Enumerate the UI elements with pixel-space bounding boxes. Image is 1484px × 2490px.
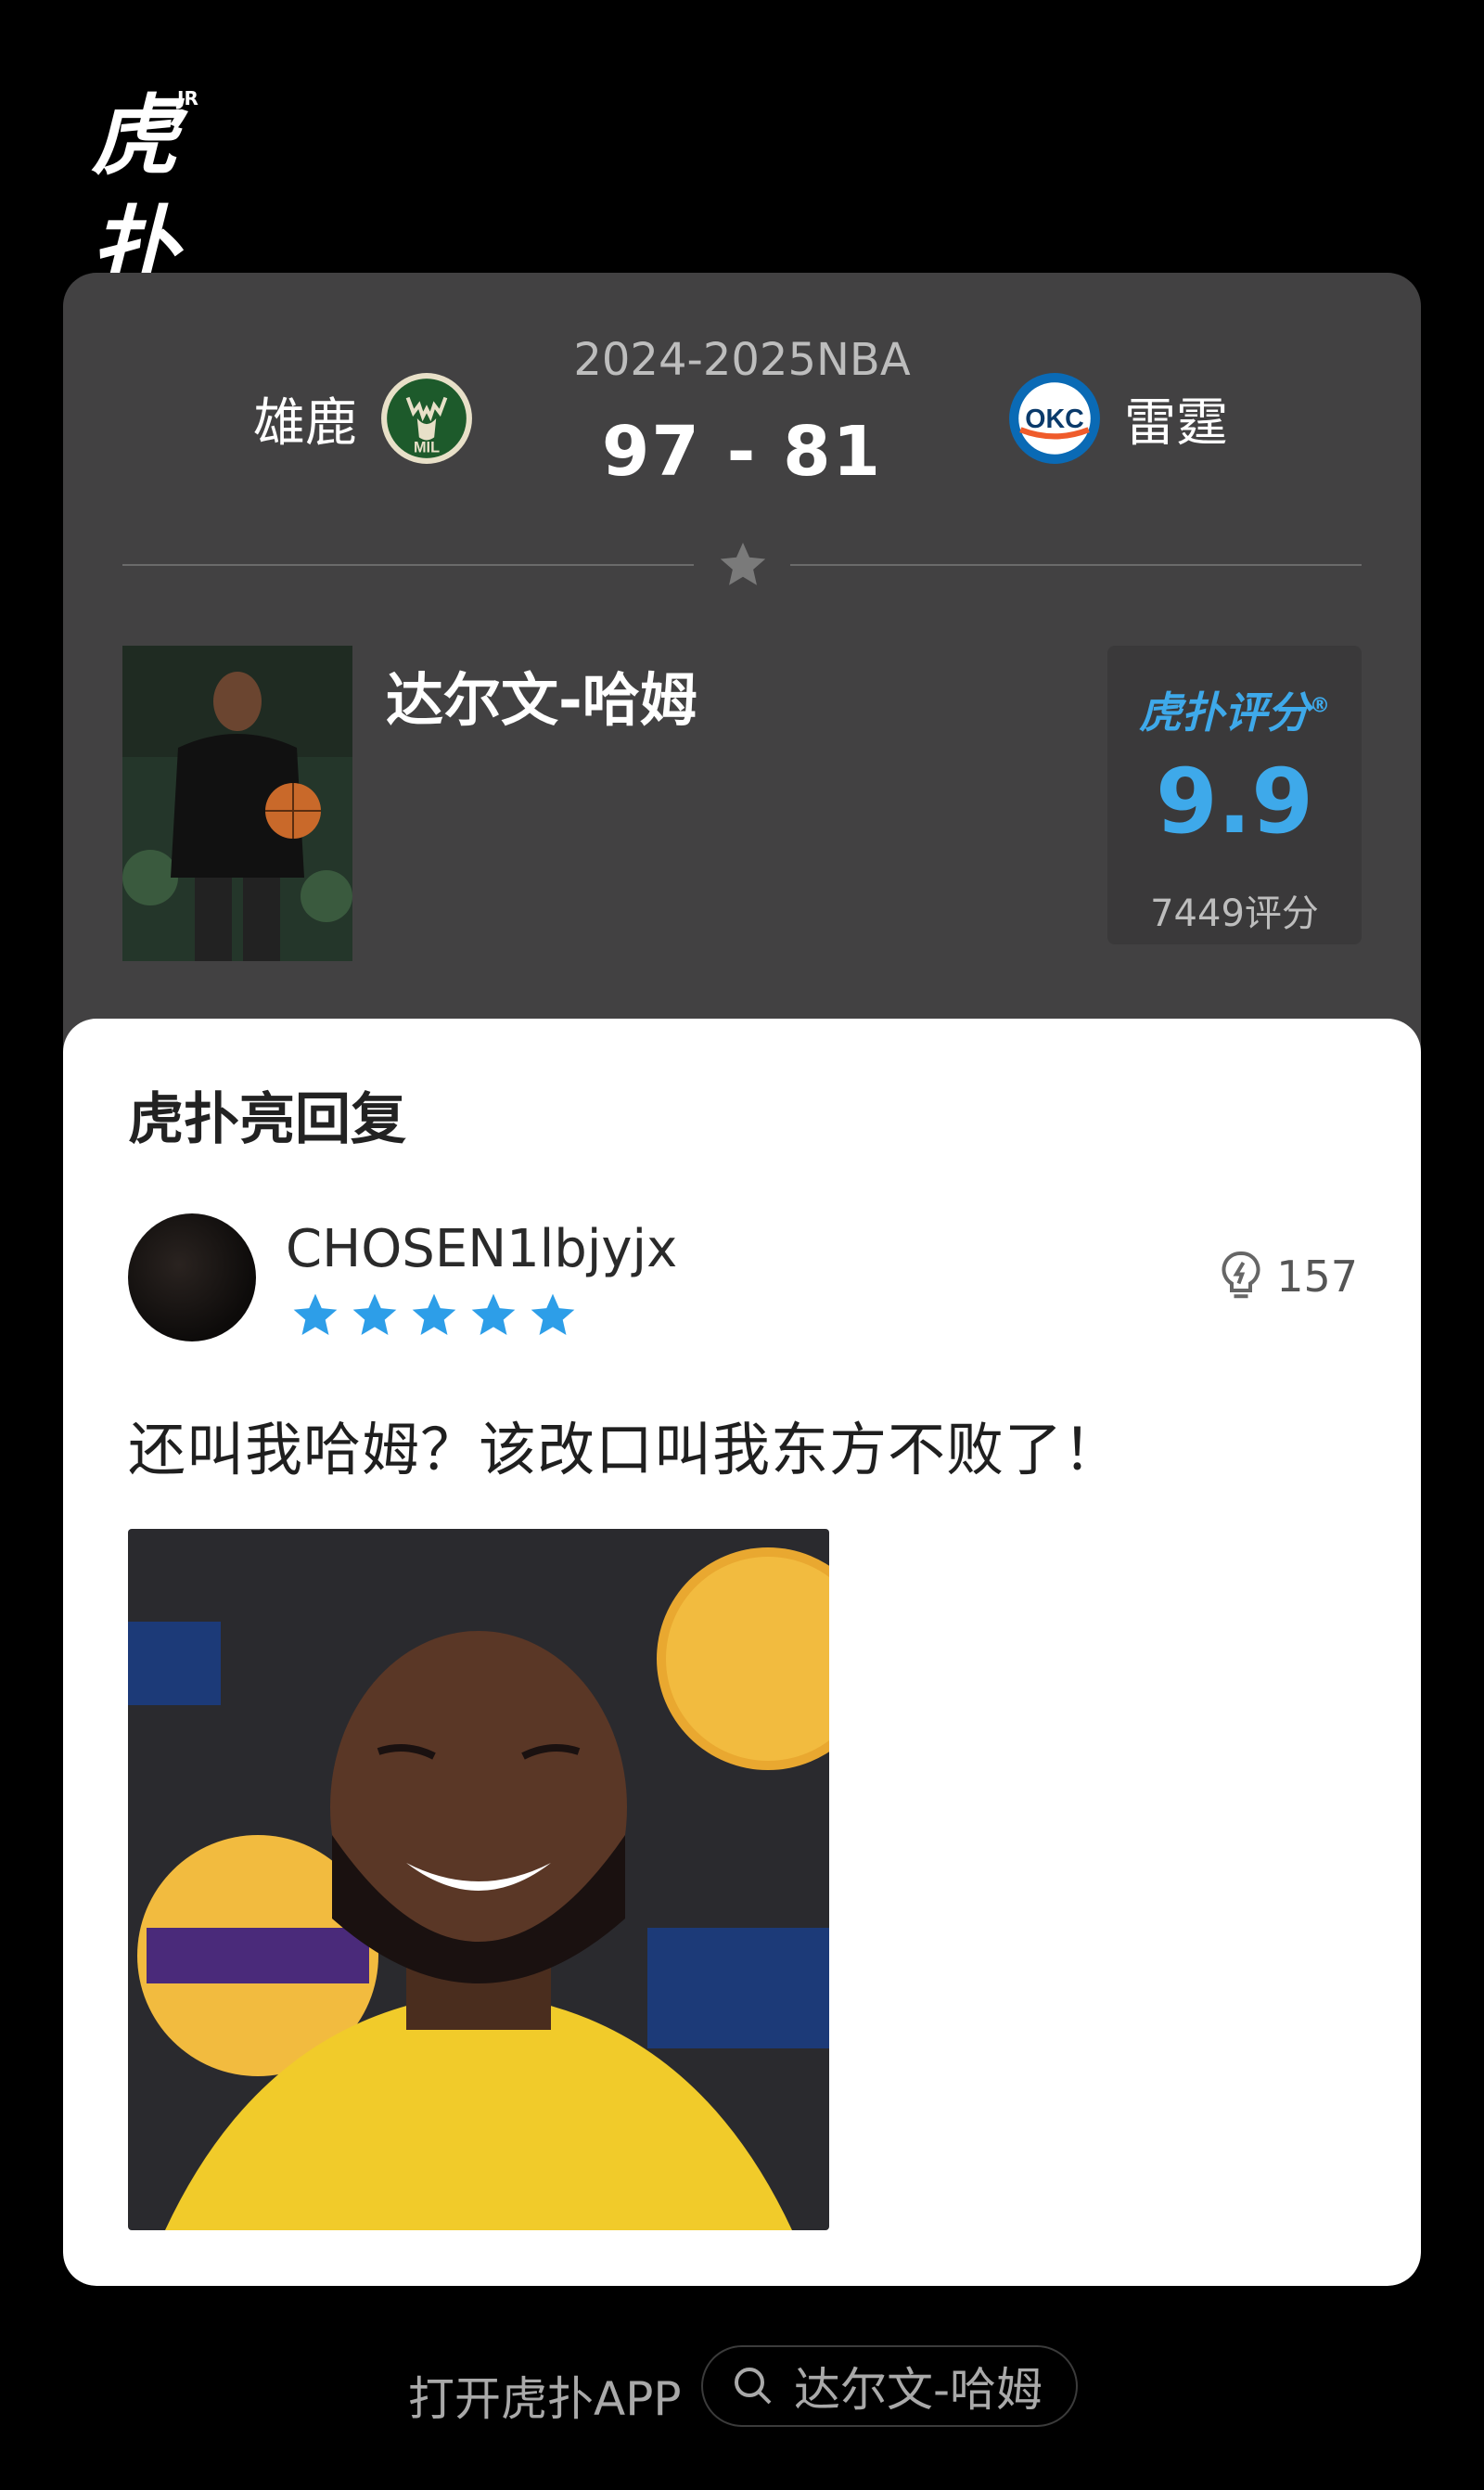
home-team[interactable]: 雄鹿 MIL	[253, 367, 474, 469]
reply-text: 还叫我哈姆？该改口叫我东方不败了！	[128, 1416, 1122, 1483]
reply-image[interactable]	[128, 1529, 829, 2230]
score-card: 2024-2025NBA 97 - 81 雄鹿 MIL OKC 雷霆 达尔文-哈…	[63, 273, 1421, 2286]
rating-box[interactable]: 虎扑评分® 9.9 7449评分	[1107, 646, 1362, 944]
star-icon	[293, 1293, 338, 1335]
divider-right	[790, 564, 1362, 566]
bucks-logo-icon: MIL	[381, 373, 472, 464]
star-icon	[471, 1293, 516, 1335]
star-icon	[531, 1293, 575, 1335]
star-icon	[720, 542, 766, 585]
registered-mark: ®	[1310, 694, 1330, 718]
hupu-logo: 虎扑 JR	[91, 82, 230, 299]
star-icon	[352, 1293, 397, 1335]
thunder-logo-icon: OKC	[1009, 373, 1100, 464]
user-rating-stars	[289, 1290, 586, 1341]
star-icon	[412, 1293, 456, 1335]
rating-brand-text: 虎扑评分	[1139, 687, 1310, 738]
open-app-link[interactable]: 打开虎扑APP	[408, 2362, 682, 2429]
bottom-bar: 打开虎扑APP 达尔文-哈姆	[0, 2345, 1484, 2429]
away-team-name: 雷霆	[1124, 392, 1228, 454]
light-button[interactable]: 157	[1213, 1249, 1358, 1304]
player-photo[interactable]	[122, 646, 352, 961]
search-button[interactable]: 达尔文-哈姆	[701, 2345, 1078, 2427]
light-count: 157	[1276, 1251, 1358, 1302]
divider-left	[122, 564, 694, 566]
rating-brand: 虎扑评分®	[1107, 679, 1362, 740]
rating-score: 9.9	[1155, 750, 1314, 854]
logo-sup: JR	[177, 87, 198, 109]
username[interactable]: CHOSEN1lbjyjx	[286, 1219, 677, 1279]
player-name[interactable]: 达尔文-哈姆	[386, 653, 697, 737]
home-logo-text: MIL	[414, 440, 440, 456]
away-logo-text: OKC	[1025, 404, 1083, 434]
search-text: 达尔文-哈姆	[794, 2363, 1043, 2417]
search-icon	[735, 2368, 772, 2405]
rating-count: 7449评分	[1150, 892, 1319, 935]
logo-text: 虎扑	[91, 86, 178, 299]
lightbulb-icon	[1222, 1251, 1260, 1299]
avatar[interactable]	[128, 1213, 256, 1341]
away-team[interactable]: OKC 雷霆	[1007, 367, 1228, 469]
reply-section-title: 虎扑亮回复	[128, 1087, 406, 1152]
home-team-name: 雄鹿	[253, 392, 357, 454]
highlight-reply-panel: 虎扑亮回复 CHOSEN1lbjyjx 157 还叫我哈姆？该改口叫我东方不败了…	[63, 1019, 1421, 2286]
